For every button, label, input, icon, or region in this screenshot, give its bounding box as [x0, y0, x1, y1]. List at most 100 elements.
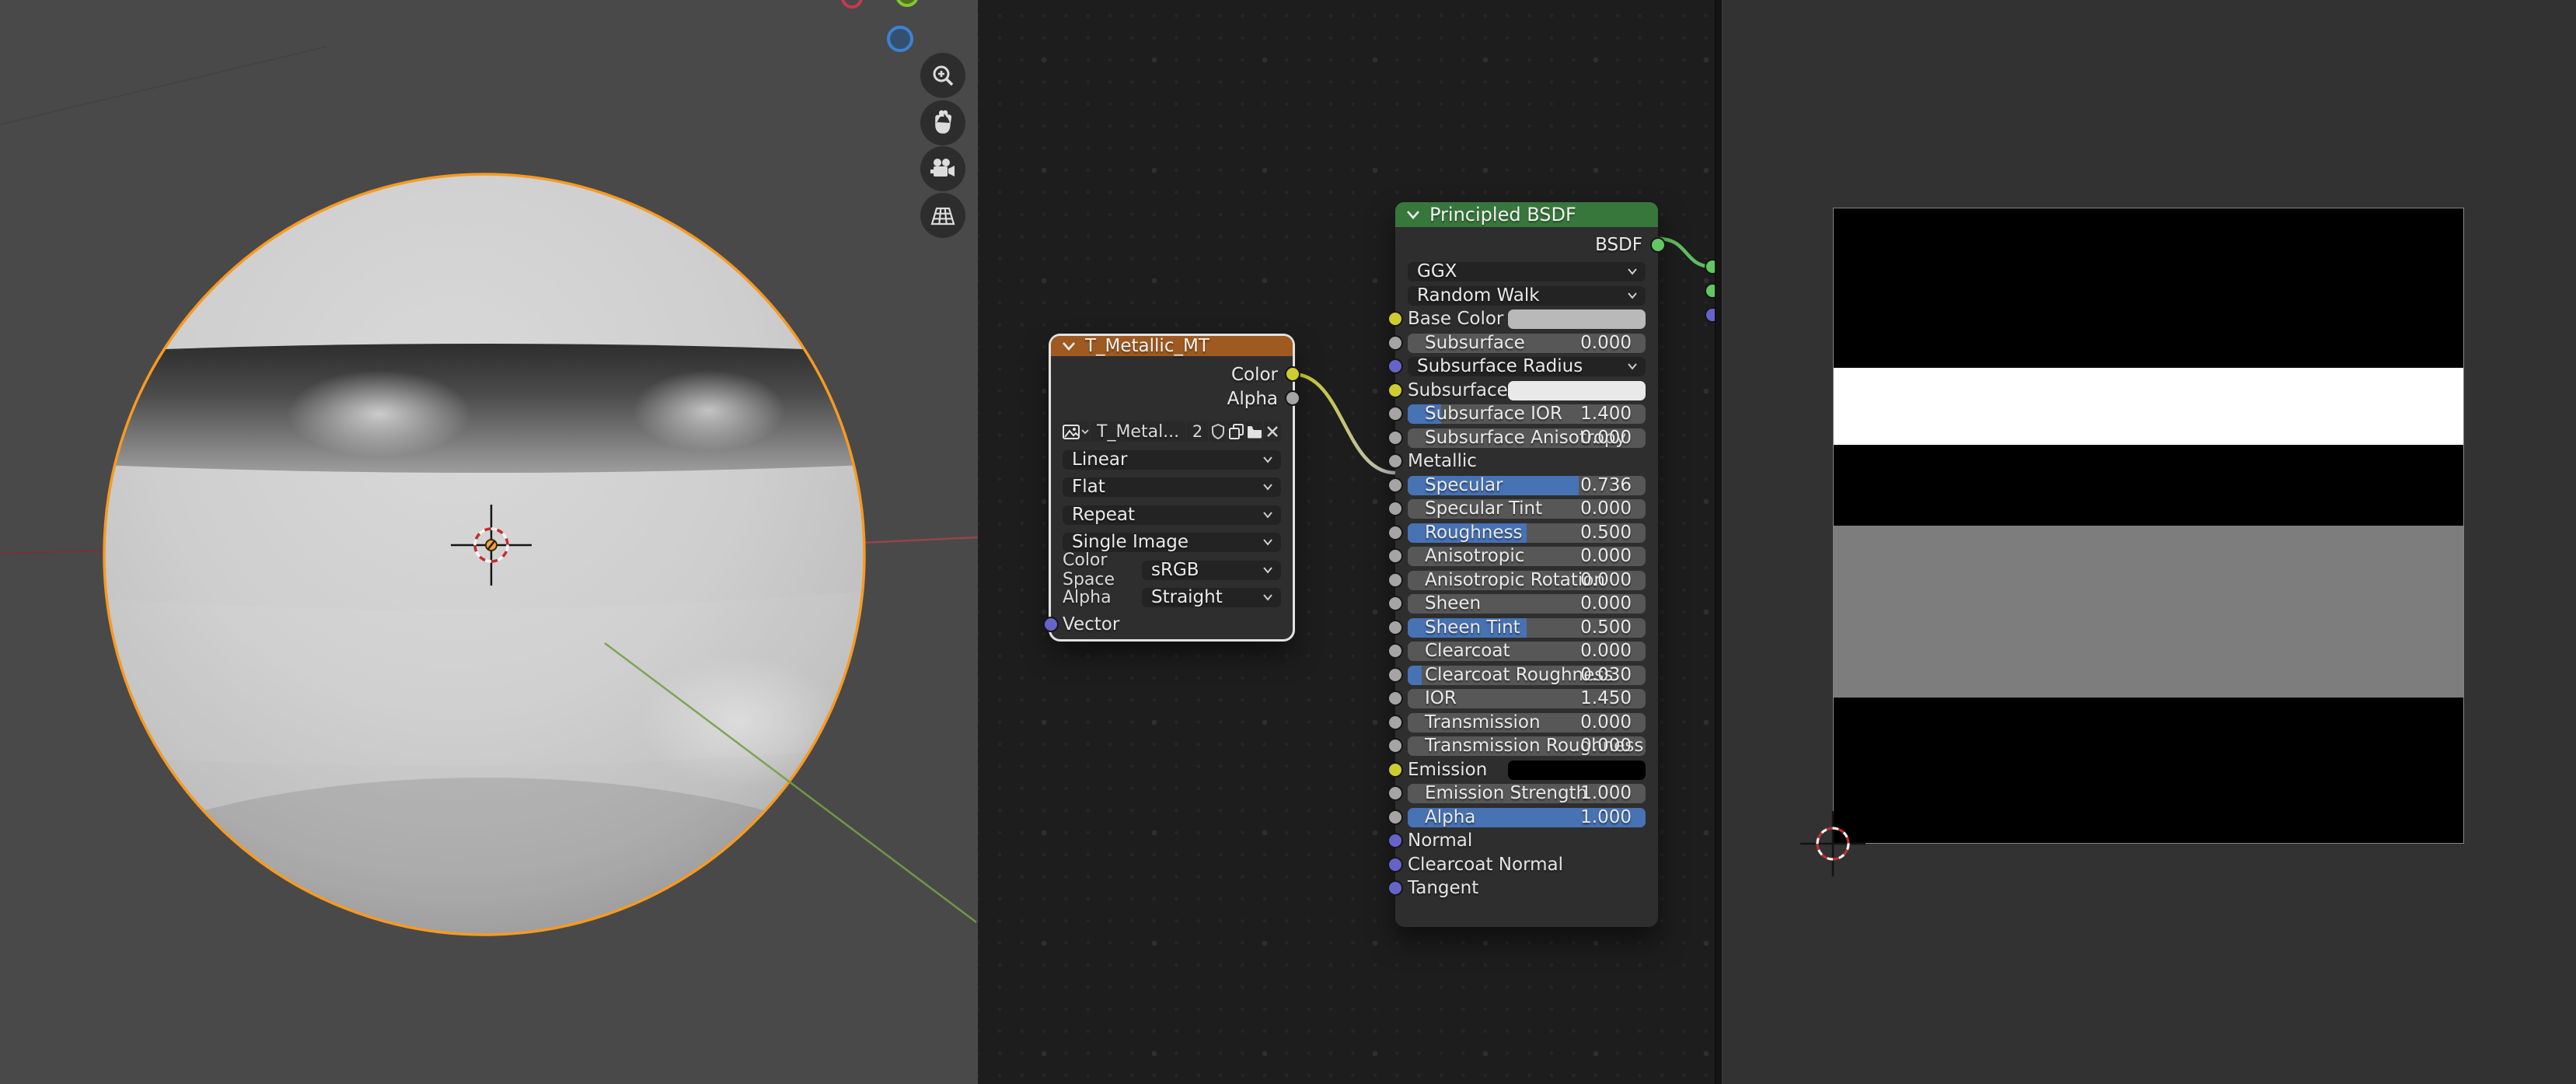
clearcoat-slider[interactable]: Clearcoat0.000 — [1408, 642, 1646, 661]
gizmo-x-ball[interactable] — [843, 0, 861, 7]
transmission-roughness-slider[interactable]: Transmission Roughness0.000 — [1408, 736, 1646, 756]
gizmo-z-ball[interactable] — [888, 27, 912, 51]
sphere-object[interactable] — [18, 174, 951, 1084]
metallic-input-socket[interactable] — [1387, 453, 1403, 469]
slider-value: 1.000 — [1580, 808, 1632, 827]
bsdf-node-header[interactable]: Principled BSDF — [1395, 202, 1658, 227]
unlink-image-button[interactable] — [1264, 421, 1281, 442]
specular-input-socket[interactable] — [1387, 477, 1403, 493]
ior-slider[interactable]: IOR1.450 — [1408, 689, 1646, 708]
collapse-chevron-icon[interactable] — [1062, 341, 1076, 351]
camera-view-button[interactable] — [920, 146, 965, 191]
transmission-input-socket[interactable] — [1387, 715, 1403, 730]
chevron-down-icon — [1627, 292, 1638, 299]
material-output-shader-socket[interactable] — [1705, 283, 1715, 299]
linear-dropdown[interactable]: Linear — [1063, 450, 1281, 470]
material-output-vector-socket[interactable] — [1705, 307, 1715, 323]
ggx-dropdown[interactable]: GGX — [1408, 262, 1646, 281]
specular-tint-slider[interactable]: Specular Tint0.000 — [1408, 499, 1646, 519]
anisotropic-row: Anisotropic0.000 — [1408, 547, 1646, 566]
subsurface-radius-input-socket[interactable] — [1387, 358, 1403, 374]
alpha-output-socket[interactable] — [1285, 390, 1300, 406]
tangent-input-socket[interactable] — [1387, 880, 1403, 896]
emission-color-swatch[interactable] — [1508, 761, 1646, 780]
subsurface-radius-dropdown[interactable]: Subsurface Radius — [1408, 357, 1646, 376]
random-walk-dropdown[interactable]: Random Walk — [1408, 286, 1646, 306]
specular-slider[interactable]: Specular0.736 — [1408, 476, 1646, 495]
subsurface-anisotropy-input-socket[interactable] — [1387, 430, 1403, 446]
fake-user-button[interactable] — [1209, 421, 1227, 442]
alpha-input-socket[interactable] — [1387, 810, 1403, 825]
emission-strength-input-socket[interactable] — [1387, 785, 1403, 801]
collapse-chevron-icon[interactable] — [1406, 210, 1420, 219]
base-color-color-swatch[interactable] — [1508, 309, 1646, 329]
3d-viewport[interactable] — [0, 0, 978, 1084]
base-color-input-socket[interactable] — [1387, 311, 1403, 327]
flat-dropdown[interactable]: Flat — [1063, 477, 1281, 497]
color-space-dropdown[interactable]: sRGB — [1142, 561, 1281, 580]
image-browser-button[interactable] — [1063, 421, 1089, 442]
sheen-tint-input-socket[interactable] — [1387, 620, 1403, 635]
image-editor[interactable] — [1721, 0, 2576, 1084]
clearcoat-normal-input-socket[interactable] — [1387, 857, 1403, 872]
repeat-dropdown[interactable]: Repeat — [1063, 505, 1281, 525]
clearcoat-input-socket[interactable] — [1387, 643, 1403, 659]
sheen-slider[interactable]: Sheen0.000 — [1408, 594, 1646, 614]
roughness-slider[interactable]: Roughness0.500 — [1408, 523, 1646, 543]
sheen-input-socket[interactable] — [1387, 596, 1403, 611]
bsdf-rows: GGXRandom WalkBase ColorSubsurface0.000S… — [1395, 262, 1658, 898]
anisotropic-input-socket[interactable] — [1387, 548, 1403, 564]
anisotropic-rotation-input-socket[interactable] — [1387, 572, 1403, 588]
duplicate-image-button[interactable] — [1227, 421, 1244, 442]
gizmo-y-ball[interactable] — [897, 0, 917, 5]
clearcoat-roughness-slider[interactable]: Clearcoat Roughness0.030 — [1408, 666, 1646, 685]
emission-input-socket[interactable] — [1387, 762, 1403, 778]
perspective-grid-button[interactable] — [920, 193, 965, 238]
anisotropic-slider[interactable]: Anisotropic0.000 — [1408, 547, 1646, 566]
alpha-mode-label: Alpha — [1063, 588, 1142, 607]
2d-cursor[interactable] — [1786, 797, 1880, 890]
image-name-field[interactable]: T_Metal... — [1091, 421, 1185, 442]
emission-strength-slider[interactable]: Emission Strength1.000 — [1408, 784, 1646, 803]
alpha-mode-dropdown[interactable]: Straight — [1142, 588, 1281, 607]
clearcoat-roughness-input-socket[interactable] — [1387, 667, 1403, 683]
pan-hand-button[interactable] — [920, 100, 965, 145]
random-walk-row: Random Walk — [1408, 286, 1646, 306]
zoom-button[interactable] — [920, 53, 965, 98]
specular-tint-input-socket[interactable] — [1387, 501, 1403, 516]
color-output-socket[interactable] — [1285, 366, 1300, 382]
color-space-row: Color Space sRGB — [1063, 561, 1281, 580]
image-texture-node[interactable]: T_Metallic_MT Color Alpha — [1051, 336, 1293, 639]
bsdf-output-socket[interactable] — [1650, 237, 1666, 253]
subsurface-c-color-swatch[interactable] — [1508, 381, 1646, 400]
sheen-tint-slider[interactable]: Sheen Tint0.500 — [1408, 618, 1646, 638]
subsurface-c-input-socket[interactable] — [1387, 383, 1403, 398]
single-image-dropdown[interactable]: Single Image — [1063, 533, 1281, 552]
chevron-down-icon — [1081, 428, 1089, 435]
shader-node-editor[interactable]: T_Metallic_MT Color Alpha — [978, 0, 1715, 1084]
image-node-header[interactable]: T_Metallic_MT — [1051, 336, 1293, 356]
clearcoat-row: Clearcoat0.000 — [1408, 642, 1646, 661]
material-output-shader-socket[interactable] — [1705, 259, 1715, 274]
editor-divider[interactable] — [1715, 0, 1723, 1084]
subsurface-anisotropy-slider[interactable]: Subsurface Anisotropy0.000 — [1408, 428, 1646, 448]
anisotropic-rotation-slider[interactable]: Anisotropic Rotation0.000 — [1408, 571, 1646, 590]
open-image-button[interactable] — [1246, 421, 1263, 442]
slider-value: 1.450 — [1580, 689, 1632, 708]
subsurface-radius-row: Subsurface Radius — [1408, 357, 1646, 376]
alpha-slider[interactable]: Alpha1.000 — [1408, 808, 1646, 827]
image-users-count[interactable]: 2 — [1187, 421, 1208, 442]
normal-input-socket[interactable] — [1387, 833, 1403, 848]
subsurface-slider[interactable]: Subsurface0.000 — [1408, 334, 1646, 353]
transmission-roughness-input-socket[interactable] — [1387, 738, 1403, 754]
subsurface-input-socket[interactable] — [1387, 335, 1403, 351]
vector-input-socket[interactable] — [1043, 617, 1059, 632]
ior-input-socket[interactable] — [1387, 691, 1403, 706]
navigation-gizmo[interactable] — [843, 0, 917, 51]
subsurface-ior-slider[interactable]: Subsurface IOR1.400 — [1408, 404, 1646, 424]
chevron-down-icon — [1262, 566, 1273, 574]
principled-bsdf-node[interactable]: Principled BSDF BSDF GGXRandom WalkBase … — [1395, 202, 1658, 927]
roughness-input-socket[interactable] — [1387, 525, 1403, 540]
transmission-slider[interactable]: Transmission0.000 — [1408, 713, 1646, 733]
subsurface-ior-input-socket[interactable] — [1387, 406, 1403, 421]
